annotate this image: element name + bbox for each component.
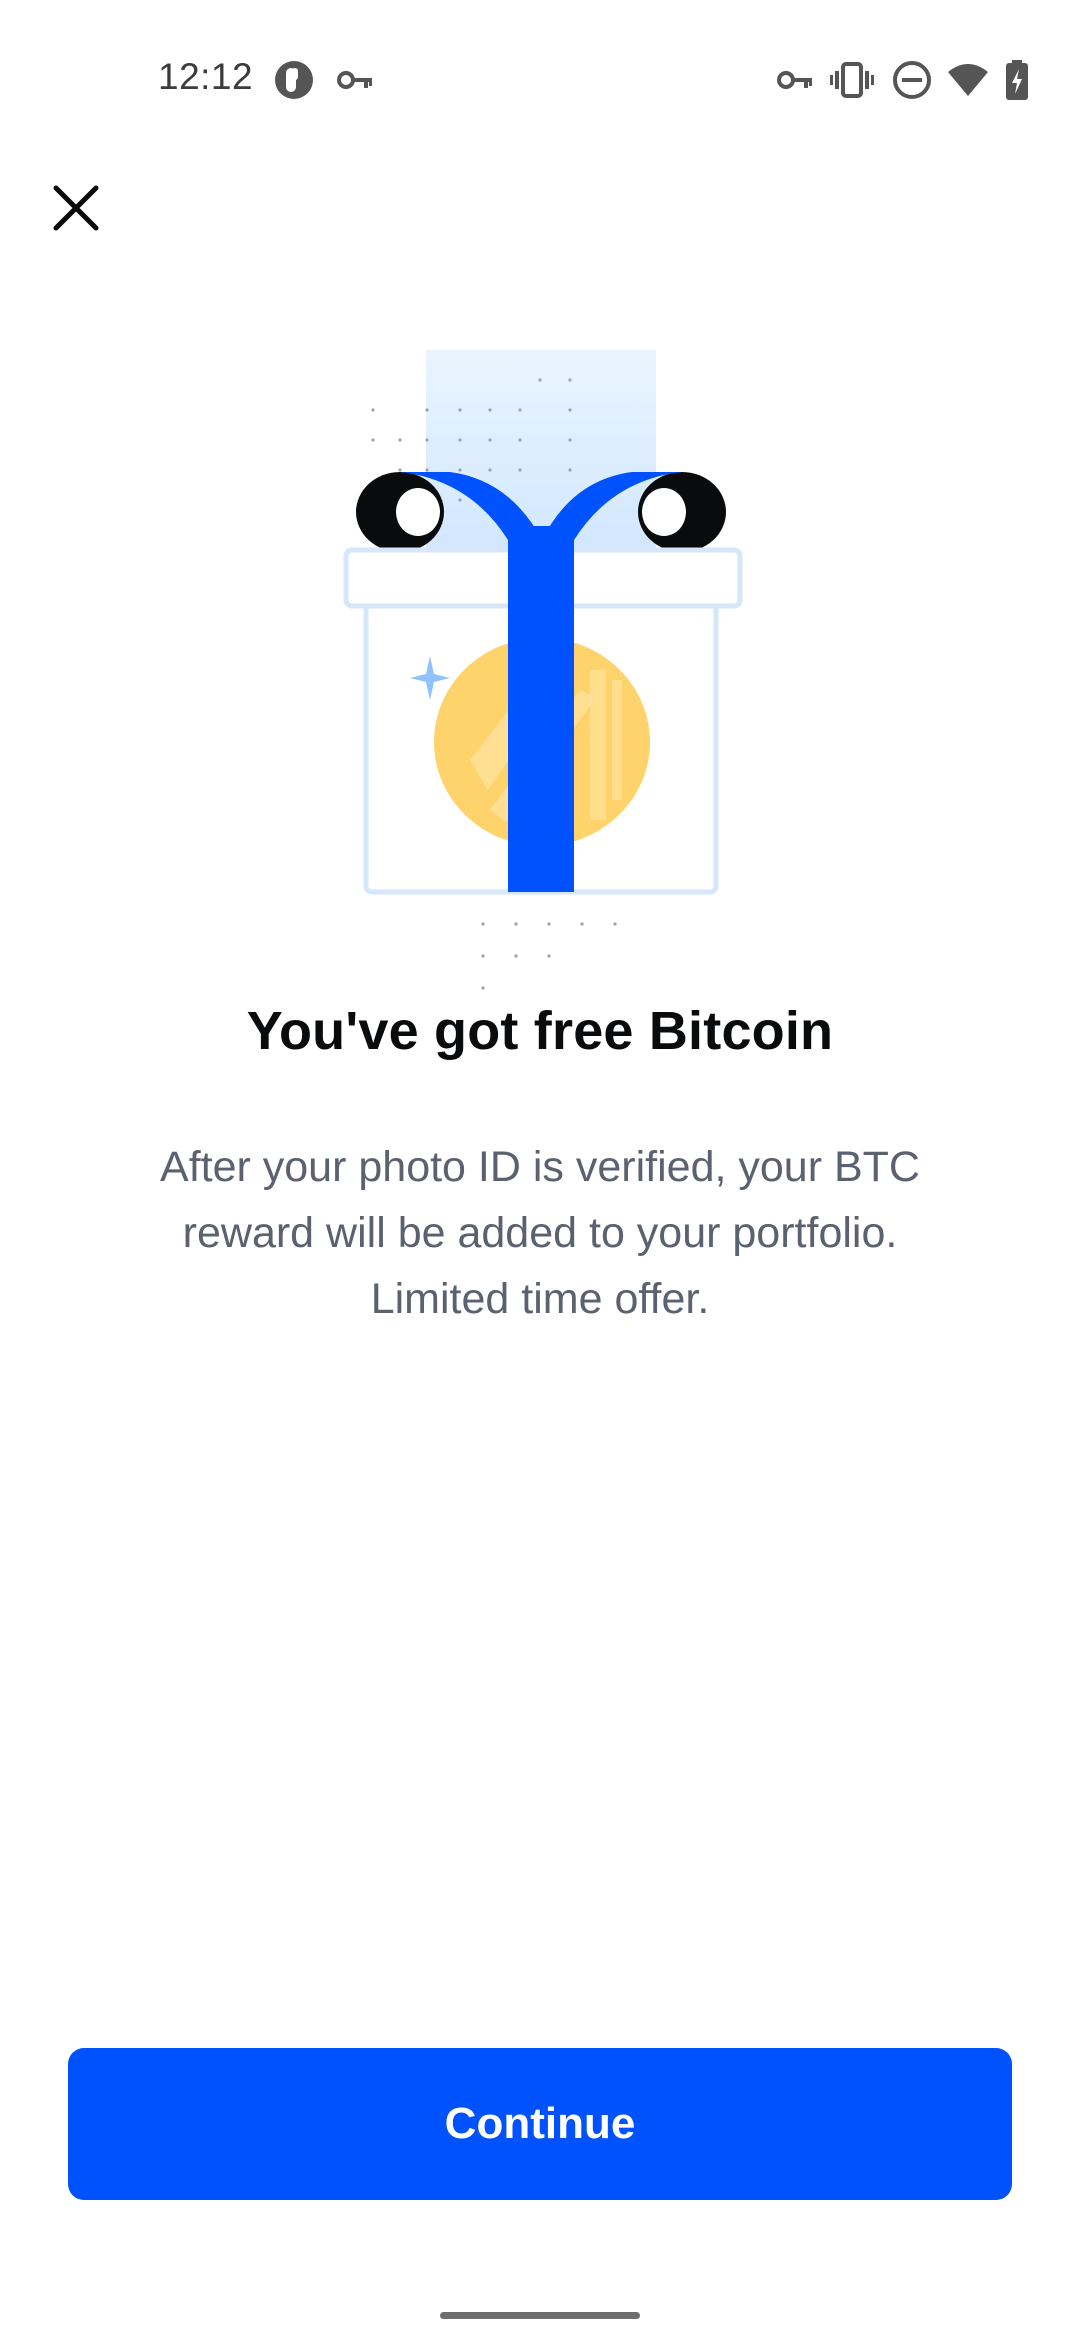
wifi-icon: [948, 64, 988, 96]
home-gesture-bar[interactable]: [440, 2312, 640, 2319]
app-notification-icon: [275, 61, 313, 99]
page-title: You've got free Bitcoin: [246, 1001, 834, 1061]
status-bar: 12:12: [0, 0, 1080, 168]
description-text: After your photo ID is verified, your BT…: [160, 1143, 920, 1323]
vpn-key-icon: [337, 71, 372, 89]
vibrate-icon: [830, 62, 874, 98]
continue-button[interactable]: Continue: [68, 2048, 1012, 2200]
gift-illustration: [343, 350, 743, 990]
close-button[interactable]: [40, 172, 112, 244]
vpn-key-icon: [777, 71, 812, 89]
do-not-disturb-icon: [893, 61, 931, 99]
status-time: 12:12: [158, 56, 254, 97]
battery-charging-icon: [1006, 60, 1028, 100]
reward-screen: 12:12 You've got free Bitcoin After your…: [0, 0, 1080, 2336]
close-icon: [53, 185, 99, 231]
